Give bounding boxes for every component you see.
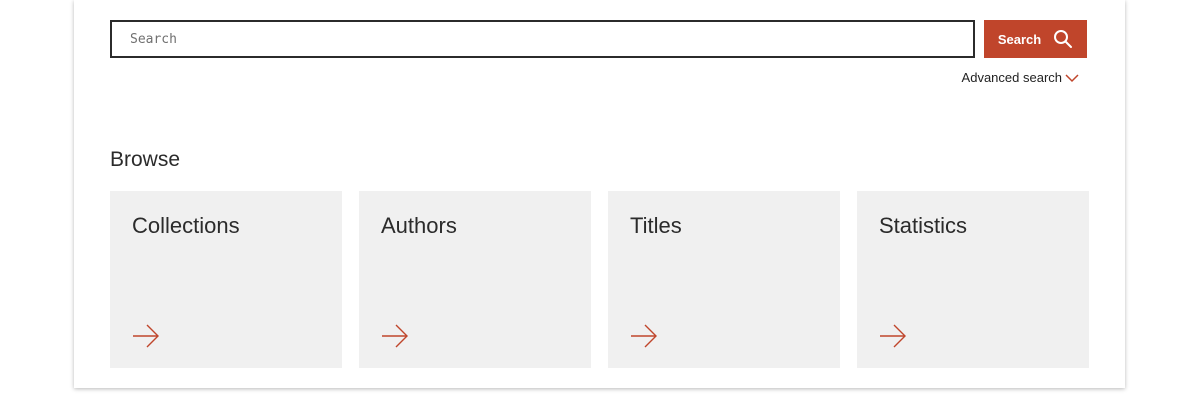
browse-card-statistics[interactable]: Statistics <box>857 191 1089 368</box>
main-panel: Search Advanced search Browse Collection… <box>74 0 1125 388</box>
card-label: Titles <box>630 213 682 238</box>
browse-cards: Collections Authors Titles Statistics <box>110 191 1089 368</box>
arrow-right-icon <box>382 324 408 348</box>
search-input[interactable] <box>110 20 975 58</box>
arrow-right-icon <box>133 324 159 348</box>
arrow-right-icon <box>880 324 906 348</box>
arrow-right-icon <box>631 324 657 348</box>
advanced-search-label: Advanced search <box>961 70 1062 85</box>
chevron-down-icon <box>1065 73 1079 82</box>
card-label: Authors <box>381 213 457 238</box>
browse-card-titles[interactable]: Titles <box>608 191 840 368</box>
advanced-search-toggle[interactable]: Advanced search <box>962 70 1079 85</box>
card-label: Collections <box>132 213 240 238</box>
card-label: Statistics <box>879 213 968 238</box>
browse-card-authors[interactable]: Authors <box>359 191 591 368</box>
search-button[interactable]: Search <box>984 20 1087 58</box>
browse-card-collections[interactable]: Collections <box>110 191 342 368</box>
search-button-label: Search <box>997 31 1042 47</box>
search-bar: Search <box>110 20 1087 58</box>
browse-heading: Browse <box>110 148 181 171</box>
search-icon <box>1054 30 1073 48</box>
